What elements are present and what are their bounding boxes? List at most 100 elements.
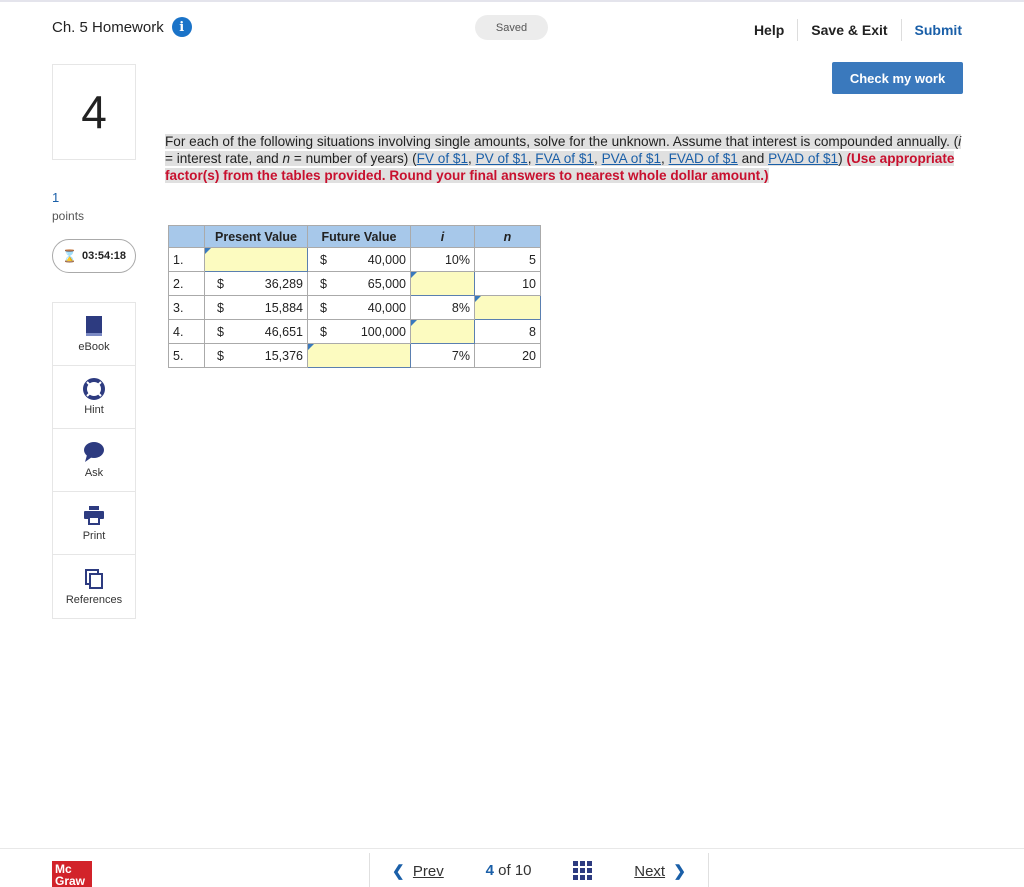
points-value: 1 xyxy=(52,190,60,205)
header-i: i xyxy=(410,225,475,248)
table-row: 2. $36,289 $65,000 10 xyxy=(168,271,541,296)
prompt-part-3: = number of years) ( xyxy=(290,151,417,166)
future-value-cell: $40,000 xyxy=(307,247,411,272)
header-actions: Help Save & Exit Submit xyxy=(741,19,962,41)
present-value: 36,289 xyxy=(264,276,303,291)
rate-cell: 10% xyxy=(410,247,475,272)
years-cell: 20 xyxy=(474,343,541,368)
ebook-label: eBook xyxy=(78,341,110,353)
lifebuoy-icon xyxy=(83,378,105,400)
row-index: 3. xyxy=(168,295,205,320)
future-value-cell: $40,000 xyxy=(307,295,411,320)
question-pager: ❮ Prev 4 of 10 Next ❯ xyxy=(369,853,709,887)
timer[interactable]: ⌛ 03:54:18 xyxy=(52,239,136,273)
pva-table-link[interactable]: PVA of $1 xyxy=(602,151,661,166)
ask-button[interactable]: Ask xyxy=(53,429,135,492)
check-my-work-button[interactable]: Check my work xyxy=(832,62,963,94)
future-value-input[interactable] xyxy=(307,343,411,368)
rate-input[interactable] xyxy=(410,271,475,296)
present-value: 46,651 xyxy=(264,324,303,339)
prompt-part-2: = interest rate, and xyxy=(165,151,283,166)
help-link[interactable]: Help xyxy=(741,22,797,38)
mcgraw-logo: Mc Graw xyxy=(52,861,92,887)
header-future-value: Future Value xyxy=(307,225,411,248)
years-cell: 5 xyxy=(474,247,541,272)
n-variable: n xyxy=(282,151,291,166)
of-label: of xyxy=(498,862,511,879)
timer-value: 03:54:18 xyxy=(81,250,126,262)
present-value: 15,376 xyxy=(264,348,303,363)
row-index: 1. xyxy=(168,247,205,272)
printer-icon xyxy=(83,504,105,526)
save-exit-link[interactable]: Save & Exit xyxy=(798,22,900,38)
hint-label: Hint xyxy=(84,404,104,416)
copy-pages-icon xyxy=(83,568,105,590)
tools-panel: eBook Hint Ask Print References xyxy=(52,302,136,619)
submit-link[interactable]: Submit xyxy=(902,22,962,38)
ebook-button[interactable]: eBook xyxy=(53,303,135,366)
years-input[interactable] xyxy=(474,295,541,320)
future-value-cell: $100,000 xyxy=(307,319,411,344)
total-pages: 10 xyxy=(514,862,532,879)
row-index: 5. xyxy=(168,343,205,368)
references-button[interactable]: References xyxy=(53,555,135,618)
hint-button[interactable]: Hint xyxy=(53,366,135,429)
chevron-right-icon: ❯ xyxy=(673,862,686,880)
page-indicator[interactable]: 4 of 10 xyxy=(486,862,532,879)
years-cell: 10 xyxy=(474,271,541,296)
saved-status-badge: Saved xyxy=(475,15,548,40)
pv-table-link[interactable]: PV of $1 xyxy=(476,151,528,166)
fv-table-link[interactable]: FV of $1 xyxy=(417,151,468,166)
currency-symbol: $ xyxy=(320,324,327,339)
header-present-value: Present Value xyxy=(204,225,308,248)
question-number: 4 xyxy=(52,64,136,160)
book-icon xyxy=(85,315,103,337)
logo-line-2: Graw xyxy=(55,874,86,887)
answer-table: Present Value Future Value i n 1. $40,00… xyxy=(168,225,541,368)
chevron-left-icon: ❮ xyxy=(392,862,405,880)
row-index: 4. xyxy=(168,319,205,344)
future-value: 40,000 xyxy=(367,252,406,267)
next-button[interactable]: Next ❯ xyxy=(634,862,686,880)
table-row: 4. $46,651 $100,000 8 xyxy=(168,319,541,344)
present-value-cell: $46,651 xyxy=(204,319,308,344)
current-page: 4 xyxy=(485,862,494,879)
rate-input[interactable] xyxy=(410,319,475,344)
currency-symbol: $ xyxy=(217,348,224,363)
future-value: 65,000 xyxy=(367,276,406,291)
fva-table-link[interactable]: FVA of $1 xyxy=(535,151,594,166)
grid-view-icon[interactable] xyxy=(573,861,593,880)
i-variable: i xyxy=(958,134,962,149)
table-row: 1. $40,000 10% 5 xyxy=(168,247,541,272)
table-header-row: Present Value Future Value i n xyxy=(168,225,541,248)
currency-symbol: $ xyxy=(320,252,327,267)
assignment-title: Ch. 5 Homework i xyxy=(52,17,192,37)
header-blank xyxy=(168,225,205,248)
present-value-cell: $15,884 xyxy=(204,295,308,320)
fvad-table-link[interactable]: FVAD of $1 xyxy=(669,151,738,166)
next-label: Next xyxy=(634,862,666,880)
rate-cell: 8% xyxy=(410,295,475,320)
future-value-cell: $65,000 xyxy=(307,271,411,296)
future-value: 40,000 xyxy=(367,300,406,315)
present-value-input[interactable] xyxy=(204,247,308,272)
table-row: 5. $15,376 7% 20 xyxy=(168,343,541,368)
pvad-table-link[interactable]: PVAD of $1 xyxy=(768,151,838,166)
prompt-text: For each of the following situations inv… xyxy=(165,134,962,183)
speech-bubble-icon xyxy=(83,441,105,463)
prev-label: Prev xyxy=(412,862,444,880)
currency-symbol: $ xyxy=(217,300,224,315)
hourglass-icon: ⌛ xyxy=(62,249,77,263)
header-n: n xyxy=(474,225,541,248)
info-icon[interactable]: i xyxy=(171,17,192,37)
top-bar: Ch. 5 Homework i Saved Help Save & Exit … xyxy=(0,0,1024,54)
points-label: points xyxy=(52,209,85,223)
print-button[interactable]: Print xyxy=(53,492,135,555)
print-label: Print xyxy=(82,530,106,542)
future-value: 100,000 xyxy=(360,324,406,339)
prompt-part-1: For each of the following situations inv… xyxy=(165,134,959,149)
question-prompt: For each of the following situations inv… xyxy=(165,133,965,184)
table-row: 3. $15,884 $40,000 8% xyxy=(168,295,541,320)
years-cell: 8 xyxy=(474,319,541,344)
prev-button[interactable]: ❮ Prev xyxy=(392,862,444,880)
